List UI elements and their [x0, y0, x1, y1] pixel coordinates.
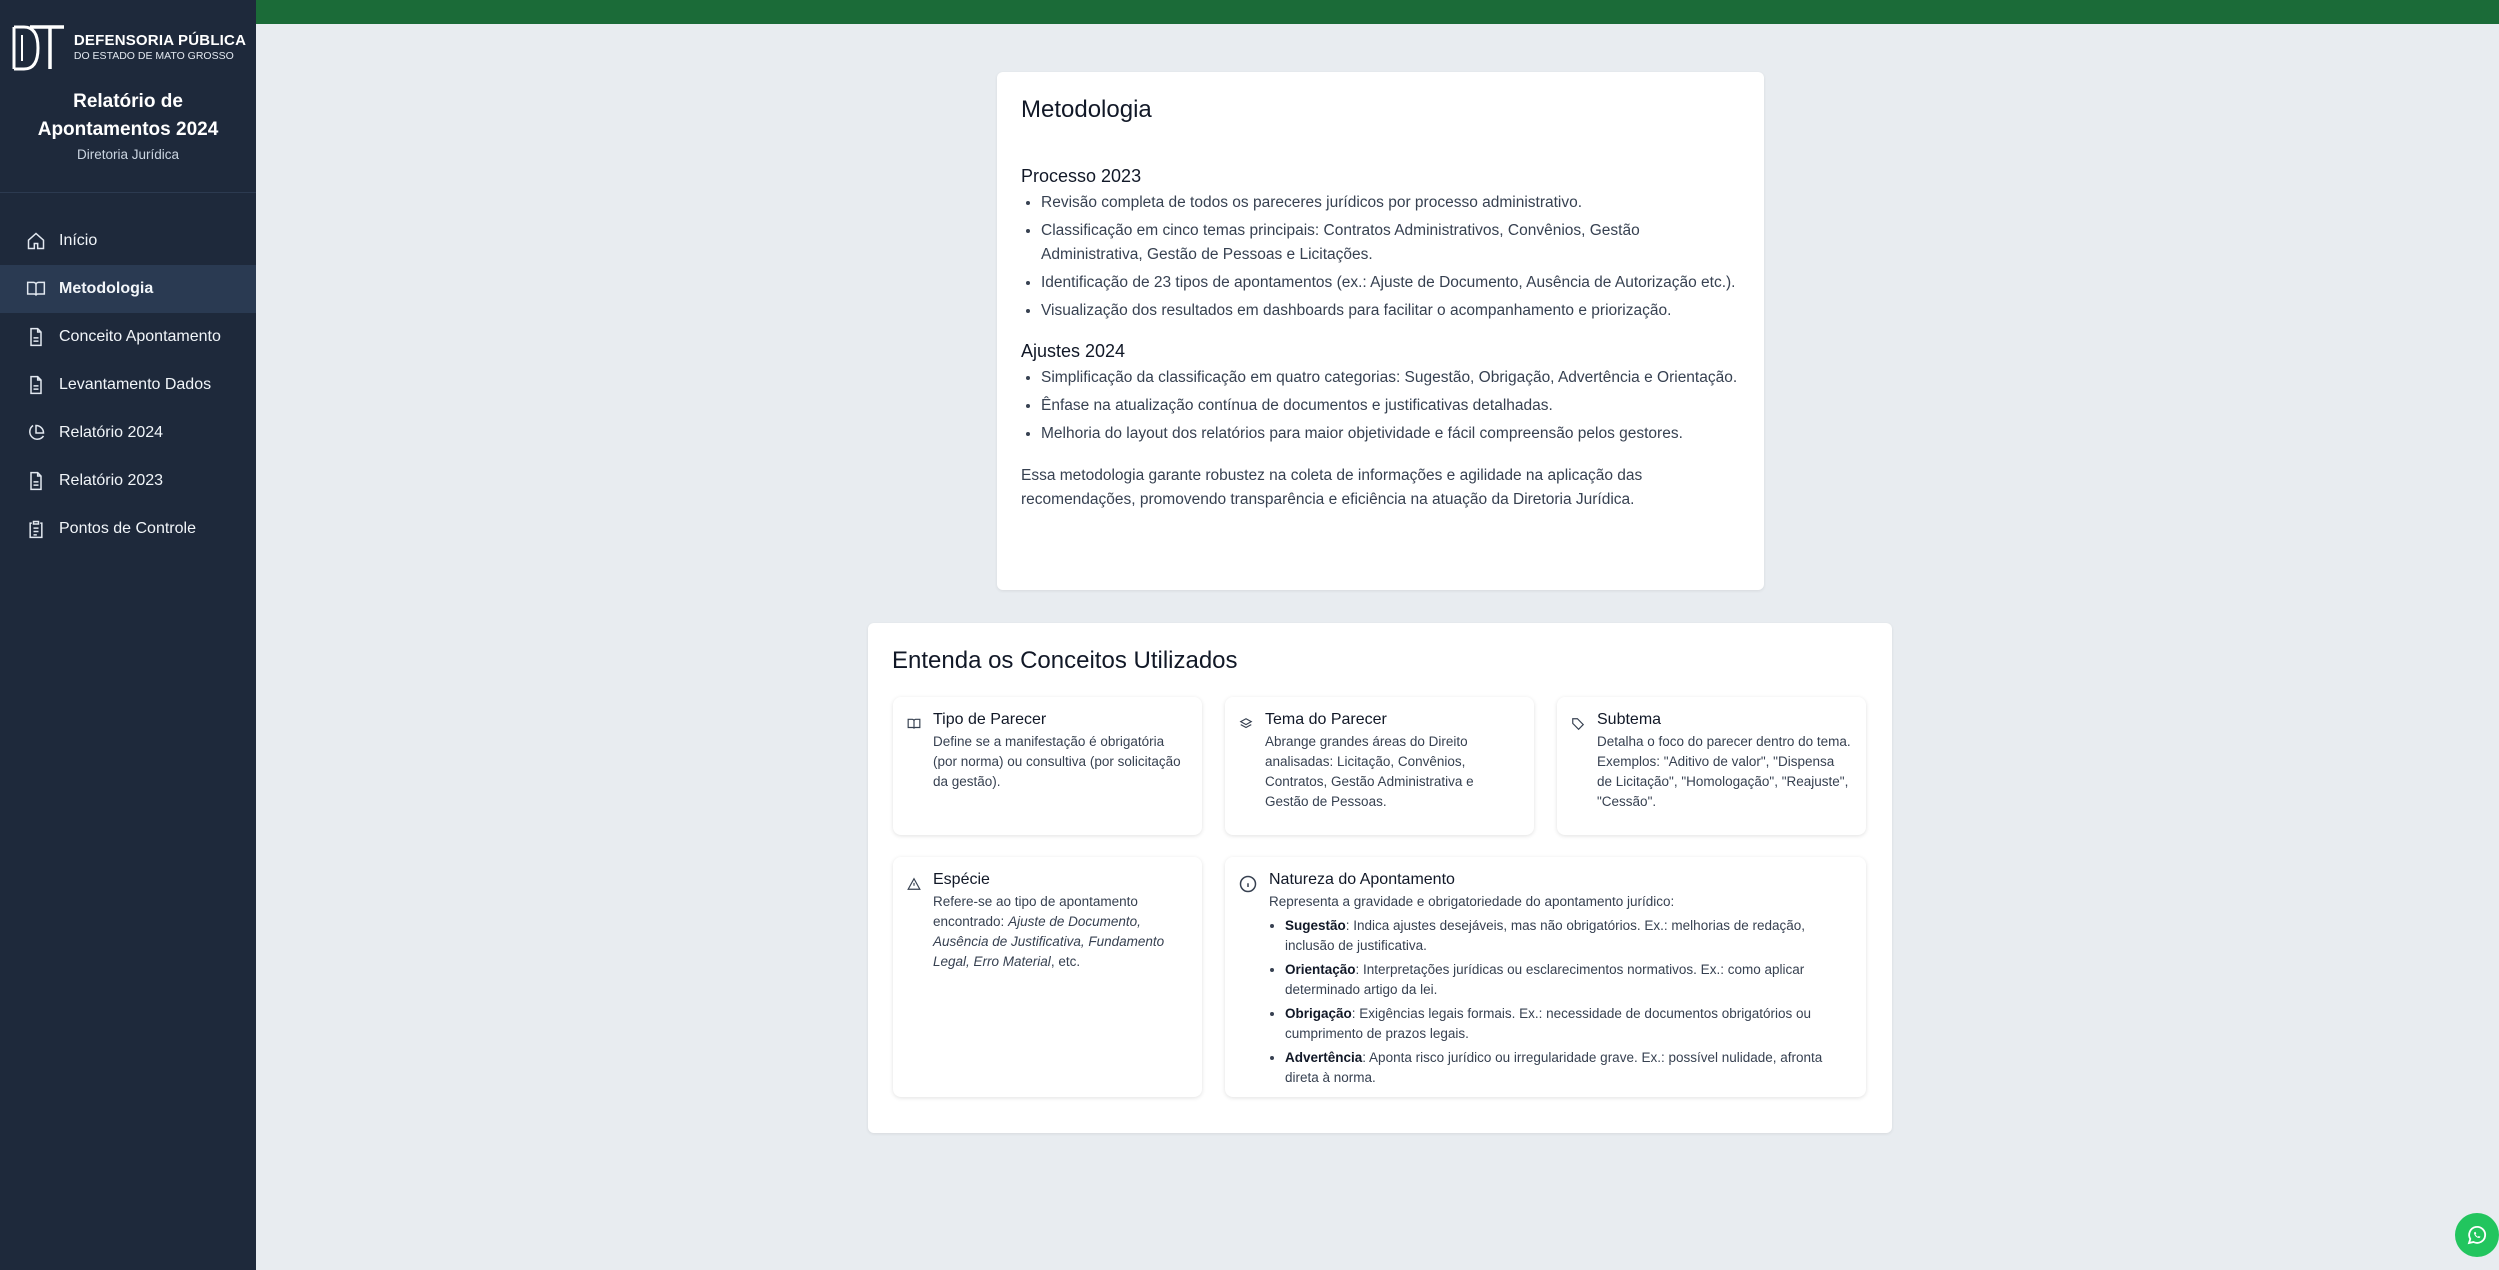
- natureza-term: Orientação: [1285, 962, 1356, 977]
- logo-line2: DO ESTADO DE MATO GROSSO: [73, 49, 234, 62]
- list-item: Revisão completa de todos os pareceres j…: [1041, 191, 1740, 215]
- list-item: Visualização dos resultados em dashboard…: [1041, 299, 1740, 323]
- sidebar-item-levantamento-dados[interactable]: Levantamento Dados: [0, 361, 256, 409]
- sidebar-item-conceito-apontamento[interactable]: Conceito Apontamento: [0, 313, 256, 361]
- home-icon: [26, 231, 46, 251]
- metodologia-title: Metodologia: [1021, 96, 1152, 123]
- sidebar-item-label: Conceito Apontamento: [59, 328, 221, 345]
- natureza-text: : Exigências legais formais. Ex.: necess…: [1285, 1006, 1812, 1041]
- concept-tema-parecer: Tema do Parecer Abrange grandes áreas do…: [1225, 697, 1534, 835]
- concept-tipo-parecer: Tipo de Parecer Define se a manifestação…: [893, 697, 1202, 835]
- app-title: Relatório de Apontamentos 2024: [37, 91, 219, 140]
- sidebar-item-metodologia[interactable]: Metodologia: [0, 265, 256, 313]
- sidebar-item-relatorio-2024[interactable]: Relatório 2024: [0, 409, 256, 457]
- logo[interactable]: DEFENSORIA PÚBLICA DO ESTADO DE MATO GRO…: [0, 22, 256, 74]
- sidebar-item-label: Relatório 2023: [59, 472, 164, 489]
- info-icon: [1239, 875, 1257, 893]
- list-item: Classificação em cinco temas principais:…: [1041, 219, 1740, 267]
- list-item: Melhoria do layout dos relatórios para m…: [1041, 422, 1740, 446]
- sidebar-item-label: Relatório 2024: [59, 424, 164, 441]
- concept-description: Refere-se ao tipo de apontamento encontr…: [933, 892, 1188, 972]
- file-text-icon: [26, 327, 46, 347]
- natureza-text: : Indica ajustes desejáveis, mas não obr…: [1285, 918, 1806, 953]
- tag-icon: [1571, 717, 1585, 731]
- concept-title: Tema do Parecer: [1265, 711, 1387, 728]
- book-open-icon: [26, 279, 46, 299]
- concept-title: Subtema: [1597, 711, 1662, 728]
- list-item: Sugestão: Indica ajustes desejáveis, mas…: [1285, 916, 1852, 956]
- whatsapp-button[interactable]: [2455, 1213, 2499, 1257]
- top-bar: [256, 0, 2499, 24]
- natureza-text: : Interpretações jurídicas ou esclarecim…: [1285, 962, 1805, 997]
- metodologia-card: Metodologia Processo 2023 Revisão comple…: [997, 72, 1764, 590]
- metodologia-conclusion: Essa metodologia garante robustez na col…: [1021, 467, 1643, 508]
- whatsapp-icon: [2467, 1226, 2487, 1245]
- natureza-term: Advertência: [1285, 1050, 1363, 1065]
- natureza-term: Sugestão: [1285, 918, 1346, 933]
- pie-chart-icon: [26, 423, 46, 443]
- logo-line1: DEFENSORIA PÚBLICA: [73, 32, 247, 50]
- list-item: Ênfase na atualização contínua de docume…: [1041, 394, 1740, 418]
- processo-2023-list: Revisão completa de todos os pareceres j…: [1021, 191, 1740, 323]
- brand-header: DEFENSORIA PÚBLICA DO ESTADO DE MATO GRO…: [0, 0, 256, 193]
- natureza-term: Obrigação: [1285, 1006, 1352, 1021]
- concept-especie: Espécie Refere-se ao tipo de apontamento…: [893, 857, 1202, 1097]
- sidebar-item-relatorio-2023[interactable]: Relatório 2023: [0, 457, 256, 505]
- sidebar: DEFENSORIA PÚBLICA DO ESTADO DE MATO GRO…: [0, 0, 256, 1270]
- sidebar-item-inicio[interactable]: Início: [0, 217, 256, 265]
- list-item: Identificação de 23 tipos de apontamento…: [1041, 271, 1740, 295]
- concept-title: Espécie: [933, 871, 990, 888]
- concept-title: Tipo de Parecer: [933, 711, 1047, 728]
- sidebar-nav: Início Metodologia Conceito Apontamento …: [0, 217, 256, 553]
- concept-title: Natureza do Apontamento: [1269, 871, 1455, 888]
- ajustes-2024-list: Simplificação da classificação em quatro…: [1021, 366, 1740, 446]
- conceitos-title: Entenda os Conceitos Utilizados: [892, 647, 1238, 674]
- sidebar-item-pontos-de-controle[interactable]: Pontos de Controle: [0, 505, 256, 553]
- list-item: Obrigação: Exigências legais formais. Ex…: [1285, 1004, 1852, 1044]
- list-item: Orientação: Interpretações jurídicas ou …: [1285, 960, 1852, 1000]
- concept-natureza-apontamento: Natureza do Apontamento Representa a gra…: [1225, 857, 1866, 1097]
- book-icon: [907, 717, 921, 731]
- concept-description: Abrange grandes áreas do Direito analisa…: [1265, 734, 1474, 809]
- alert-triangle-icon: [907, 877, 921, 891]
- layers-icon: [1239, 717, 1253, 731]
- especie-desc-suffix: , etc.: [1050, 954, 1081, 969]
- sidebar-item-label: Metodologia: [59, 280, 154, 297]
- clipboard-icon: [26, 519, 46, 539]
- conceitos-card: Entenda os Conceitos Utilizados Tipo de …: [868, 623, 1892, 1133]
- sidebar-item-label: Início: [59, 232, 98, 249]
- file-text-icon: [26, 375, 46, 395]
- concept-description: Representa a gravidade e obrigatoriedade…: [1269, 894, 1675, 909]
- list-item: Advertência: Aponta risco jurídico ou ir…: [1285, 1048, 1852, 1088]
- sidebar-item-label: Pontos de Controle: [59, 520, 196, 537]
- file-text-icon: [26, 471, 46, 491]
- natureza-text: : Aponta risco jurídico ou irregularidad…: [1285, 1050, 1823, 1085]
- concept-subtema: Subtema Detalha o foco do parecer dentro…: [1557, 697, 1866, 835]
- concept-description: Define se a manifestação é obrigatória (…: [933, 734, 1181, 789]
- concept-description: Detalha o foco do parecer dentro do tema…: [1597, 734, 1851, 809]
- app-subtitle: Diretoria Jurídica: [76, 147, 180, 162]
- sidebar-item-label: Levantamento Dados: [59, 376, 212, 393]
- defensoria-logo-icon: [12, 25, 64, 71]
- section-title-processo-2023: Processo 2023: [1021, 166, 1142, 186]
- natureza-list: Sugestão: Indica ajustes desejáveis, mas…: [1269, 916, 1852, 1088]
- list-item: Simplificação da classificação em quatro…: [1041, 366, 1740, 390]
- section-title-ajustes-2024: Ajustes 2024: [1021, 341, 1126, 361]
